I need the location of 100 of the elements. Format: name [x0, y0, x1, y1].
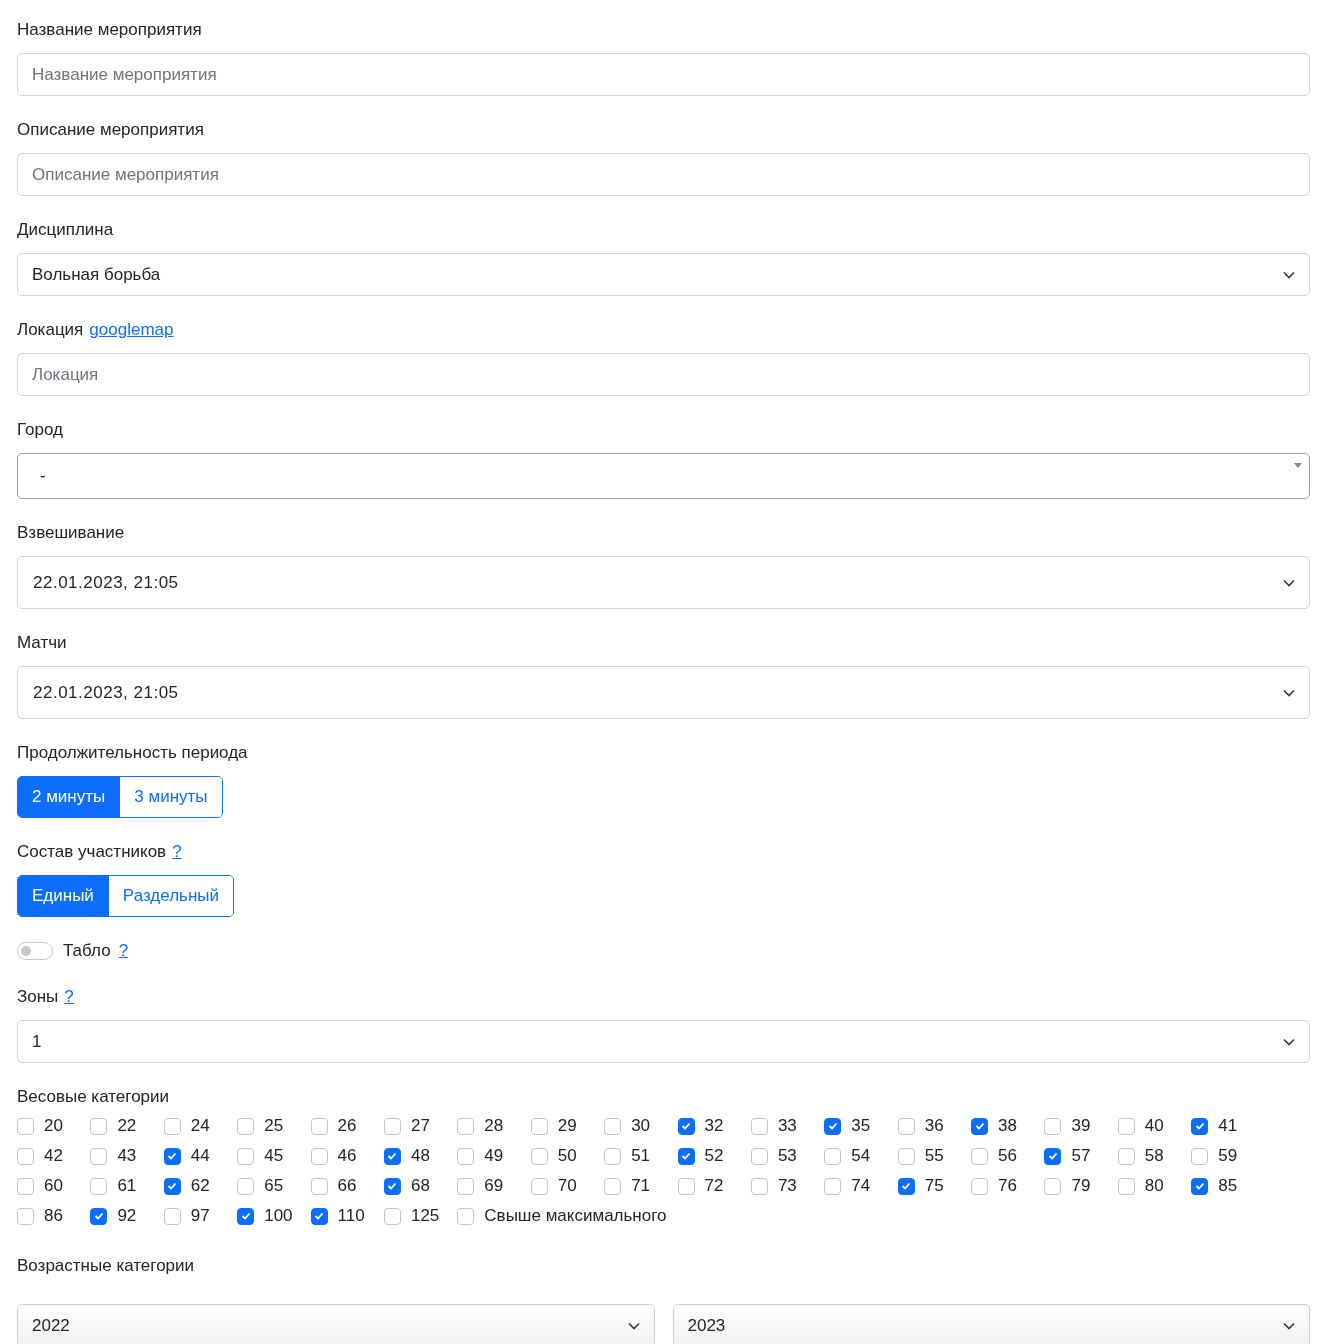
text-field[interactable]: Локация: [17, 353, 1310, 396]
help-link[interactable]: ?: [64, 985, 74, 1009]
checkbox[interactable]: [383, 1177, 401, 1195]
checkbox[interactable]: [237, 1147, 255, 1165]
help-link[interactable]: ?: [118, 939, 129, 963]
segment-tab[interactable]: Единый: [18, 876, 108, 916]
datetime-field[interactable]: 22.01.2023, 21:05: [17, 666, 1310, 719]
field-label: Взвешивание: [17, 522, 125, 544]
checkbox[interactable]: [17, 1117, 34, 1135]
checkbox[interactable]: [237, 1117, 255, 1135]
checkbox[interactable]: [90, 1207, 108, 1225]
checkbox[interactable]: [971, 1147, 989, 1165]
checkbox[interactable]: [310, 1207, 328, 1225]
checkbox[interactable]: [237, 1177, 255, 1195]
checkbox-label: 49: [484, 1146, 504, 1166]
year-select[interactable]: 2023: [672, 1304, 1310, 1344]
checkbox[interactable]: [310, 1177, 328, 1195]
select-field[interactable]: Вольная борьба: [17, 253, 1310, 296]
checkbox[interactable]: [897, 1177, 915, 1195]
checkbox[interactable]: [383, 1117, 401, 1135]
checkbox[interactable]: [604, 1147, 622, 1165]
checkbox-label: 110: [337, 1206, 365, 1226]
checkbox-label: 85: [1218, 1176, 1238, 1196]
checkbox[interactable]: [824, 1177, 842, 1195]
checkbox[interactable]: [1191, 1177, 1209, 1195]
help-link[interactable]: ?: [172, 840, 182, 864]
checkbox[interactable]: [897, 1117, 915, 1135]
checkbox-label: 80: [1144, 1176, 1164, 1196]
checkbox[interactable]: [17, 1147, 34, 1165]
checkbox[interactable]: [824, 1147, 842, 1165]
checkbox[interactable]: [457, 1207, 475, 1225]
checkbox[interactable]: [163, 1117, 181, 1135]
checkbox[interactable]: [383, 1207, 401, 1225]
checkbox[interactable]: [750, 1177, 768, 1195]
field-label: Возрастные категории: [17, 1255, 195, 1277]
checkbox[interactable]: [971, 1177, 989, 1195]
checkbox[interactable]: [1044, 1147, 1062, 1165]
field-label: Матчи: [17, 632, 67, 654]
checkbox[interactable]: [971, 1117, 989, 1135]
checkbox-label: 26: [337, 1116, 357, 1136]
checkbox[interactable]: [530, 1117, 548, 1135]
checkbox[interactable]: [1117, 1177, 1135, 1195]
checkbox-label: 62: [190, 1176, 210, 1196]
checkbox[interactable]: [310, 1117, 328, 1135]
field-label: Состав участников: [17, 841, 167, 863]
checkbox[interactable]: [457, 1177, 475, 1195]
field-label: Описание мероприятия: [17, 119, 204, 141]
segment-tab[interactable]: 2 минуты: [18, 777, 120, 817]
text-field[interactable]: Название мероприятия: [17, 53, 1310, 96]
checkbox[interactable]: [1044, 1117, 1062, 1135]
checkbox-label: 52: [704, 1146, 724, 1166]
checkbox[interactable]: [1191, 1147, 1209, 1165]
checkbox[interactable]: [604, 1177, 622, 1195]
text-field[interactable]: Описание мероприятия: [17, 153, 1310, 196]
checkbox[interactable]: [90, 1117, 108, 1135]
checkbox[interactable]: [237, 1207, 255, 1225]
checkbox[interactable]: [1044, 1177, 1062, 1195]
checkbox[interactable]: [457, 1147, 475, 1165]
segment-tab[interactable]: 3 минуты: [119, 777, 222, 817]
field-label: Весовые категории: [17, 1086, 170, 1108]
checkbox[interactable]: [530, 1147, 548, 1165]
select-field[interactable]: 1: [17, 1020, 1310, 1063]
checkbox[interactable]: [530, 1177, 548, 1195]
checkbox[interactable]: [1117, 1147, 1135, 1165]
checkbox[interactable]: [17, 1177, 34, 1195]
checkbox[interactable]: [383, 1147, 401, 1165]
checkbox[interactable]: [677, 1117, 695, 1135]
checkbox-label: 125: [410, 1206, 440, 1226]
checkbox-label: 48: [410, 1146, 430, 1166]
checkbox[interactable]: [750, 1117, 768, 1135]
year-select[interactable]: 2022: [17, 1304, 655, 1344]
chevron-down-icon: [1283, 578, 1295, 587]
toggle-switch[interactable]: [17, 942, 53, 960]
checkbox[interactable]: [604, 1117, 622, 1135]
checkbox[interactable]: [17, 1207, 34, 1225]
map-link[interactable]: googlemap: [89, 318, 174, 342]
check-icon: [314, 1212, 325, 1220]
check-icon: [827, 1122, 838, 1130]
segment-tab[interactable]: Раздельный: [107, 876, 233, 916]
checkbox[interactable]: [90, 1177, 108, 1195]
checkbox[interactable]: [897, 1147, 915, 1165]
checkbox[interactable]: [163, 1177, 181, 1195]
checkbox[interactable]: [677, 1177, 695, 1195]
check-icon: [974, 1122, 985, 1130]
checkbox[interactable]: [163, 1207, 181, 1225]
checkbox[interactable]: [163, 1147, 181, 1165]
checkbox[interactable]: [457, 1117, 475, 1135]
combo-field[interactable]: -: [17, 453, 1310, 499]
datetime-field[interactable]: 22.01.2023, 21:05: [17, 556, 1310, 609]
checkbox-label: 57: [1071, 1146, 1091, 1166]
checkbox[interactable]: [824, 1117, 842, 1135]
checkbox[interactable]: [677, 1147, 695, 1165]
checkbox-label: 24: [190, 1116, 210, 1136]
checkbox-label: 45: [264, 1146, 284, 1166]
checkbox[interactable]: [1191, 1117, 1209, 1135]
checkbox[interactable]: [90, 1147, 108, 1165]
checkbox[interactable]: [310, 1147, 328, 1165]
checkbox[interactable]: [750, 1147, 768, 1165]
checkbox[interactable]: [1117, 1117, 1135, 1135]
checkbox-label: 71: [631, 1176, 651, 1196]
